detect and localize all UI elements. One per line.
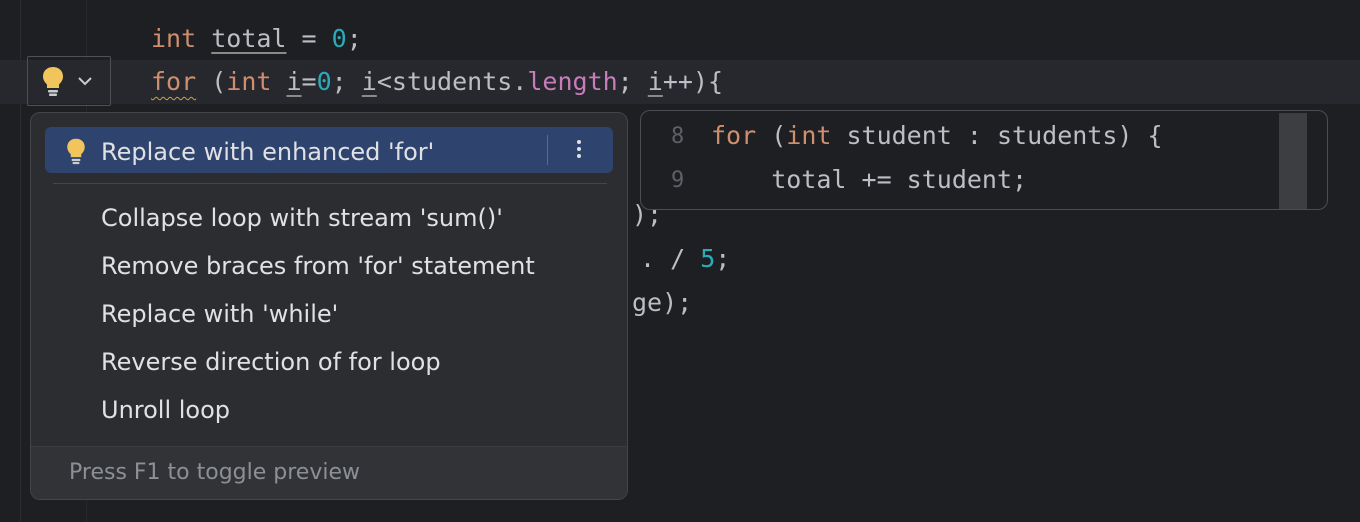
code-text: <students. xyxy=(376,67,528,96)
code-text: ; xyxy=(617,67,648,96)
number-literal: 0 xyxy=(316,67,332,96)
variable: i xyxy=(361,67,377,96)
line-number: 8 xyxy=(671,124,685,149)
code-text: ; xyxy=(715,244,731,273)
intention-item[interactable]: Remove braces from 'for' statement xyxy=(101,252,535,280)
code-text: ( xyxy=(756,121,787,150)
variable: i xyxy=(647,67,663,96)
intention-item[interactable]: Collapse loop with stream 'sum()' xyxy=(101,204,503,232)
lightbulb-icon xyxy=(65,137,87,169)
code-text: ; xyxy=(346,24,362,53)
divider xyxy=(547,135,548,165)
keyword: int xyxy=(151,24,197,53)
line-number: 9 xyxy=(671,168,685,193)
intention-item[interactable]: Unroll loop xyxy=(101,396,230,424)
code-text: ++){ xyxy=(662,67,724,96)
code-text: ; xyxy=(331,67,362,96)
keyword: int xyxy=(226,67,272,96)
code-line-total: int total = 0; xyxy=(151,24,362,54)
divider xyxy=(53,183,607,184)
intention-item-selected[interactable]: Replace with enhanced 'for' xyxy=(45,127,613,173)
lightbulb-icon[interactable] xyxy=(41,65,65,97)
code-fragment: . / 5; xyxy=(640,244,730,274)
code-fragment: ge); xyxy=(632,288,693,317)
code-text: . / xyxy=(640,244,701,273)
footer-hint: Press F1 to toggle preview xyxy=(69,460,360,485)
code-text: = xyxy=(286,24,332,53)
field-reference: length xyxy=(527,67,618,96)
number-literal: 5 xyxy=(700,244,716,273)
popup-footer: Press F1 to toggle preview xyxy=(31,446,627,499)
preview-code-line: for (int student : students) { xyxy=(711,121,1163,150)
keyword: int xyxy=(786,121,832,150)
more-vertical-icon[interactable] xyxy=(571,137,587,165)
keyword: for xyxy=(711,121,757,150)
variable: i xyxy=(286,67,302,96)
intention-preview-panel: 8 for (int student : students) { 9 total… xyxy=(640,110,1328,210)
intention-action-button[interactable] xyxy=(27,56,111,106)
code-text: ( xyxy=(196,67,227,96)
code-text: = xyxy=(301,67,317,96)
intention-item[interactable]: Replace with 'while' xyxy=(101,300,338,328)
intention-item[interactable]: Reverse direction of for loop xyxy=(101,348,441,376)
code-line-for: for (int i=0; i<students.length; i++){ xyxy=(151,67,723,97)
preview-scrollbar[interactable] xyxy=(1279,113,1307,209)
variable: total xyxy=(211,24,287,53)
chevron-down-icon[interactable] xyxy=(77,76,93,86)
number-literal: 0 xyxy=(331,24,347,53)
code-text: student : students) { xyxy=(831,121,1163,150)
intention-actions-popup: Replace with enhanced 'for' Collapse loo… xyxy=(30,112,628,500)
keyword-for-warning[interactable]: for xyxy=(151,67,196,96)
intention-item-label: Replace with enhanced 'for' xyxy=(101,138,435,166)
preview-code-line: total += student; xyxy=(711,165,1028,194)
